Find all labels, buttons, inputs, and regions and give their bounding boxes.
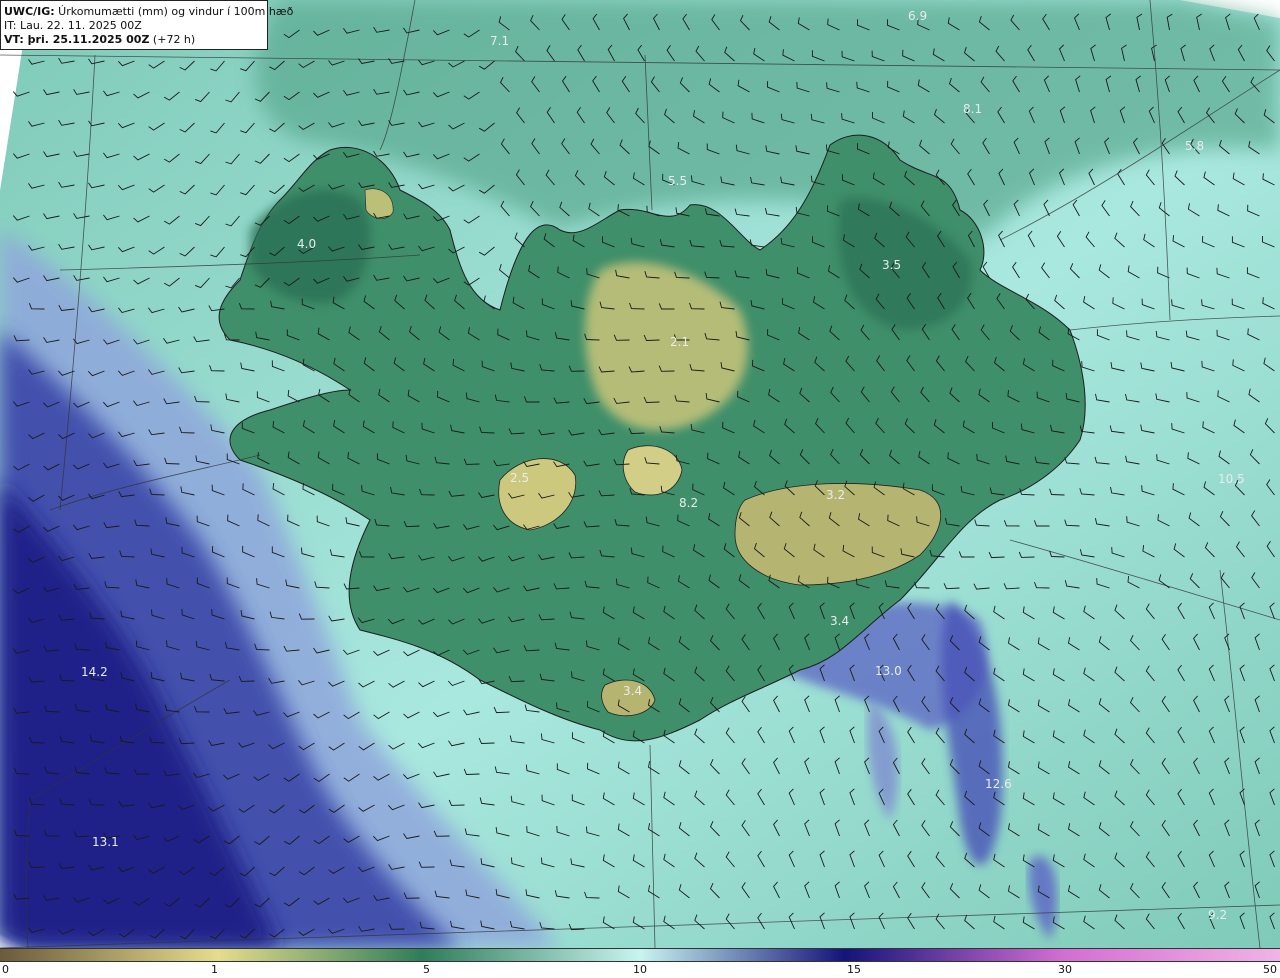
label-13-0: 13.0 [875,664,902,678]
label-10-5: 10.5 [1218,472,1245,486]
label-5-5: 5.5 [668,174,687,188]
header-title-line: UWC/IG: Úrkomumætti (mm) og vindur í 100… [4,5,293,19]
label-3-4-east: 3.4 [830,614,849,628]
label-7-1: 7.1 [490,34,509,48]
colorbar [0,948,1280,962]
map-header: UWC/IG: Úrkomumætti (mm) og vindur í 100… [0,0,293,50]
colorbar-tick-5: 5 [423,963,430,976]
label-8-1: 8.1 [963,102,982,116]
header-valid-line: VT: þri. 25.11.2025 00Z (+72 h) [4,33,267,47]
colorbar-tick-0: 0 [2,963,9,976]
header-title: Úrkomumætti (mm) og vindur í 100m hæð [54,5,294,18]
label-4-0: 4.0 [297,237,316,251]
colorbar-tick-1: 1 [211,963,218,976]
header-init-time: IT: Lau. 22. 11. 2025 00Z [4,19,142,32]
label-12-6: 12.6 [985,777,1012,791]
map-canvas: 6.9 7.1 8.1 5.8 5.5 4.0 3.5 2.1 2.5 8.2 … [0,0,1280,948]
label-3-5: 3.5 [882,258,901,272]
colorbar-labels: 0 1 5 10 15 30 50 [0,962,1280,978]
label-6-9: 6.9 [908,9,927,23]
label-3-2: 3.2 [826,488,845,502]
label-5-8: 5.8 [1185,139,1204,153]
header-model: UWC/IG: [4,5,55,18]
label-3-4-south: 3.4 [623,684,642,698]
colorbar-tick-50: 50 [1263,963,1277,976]
label-14-2: 14.2 [81,665,108,679]
colorbar-tick-30: 30 [1058,963,1072,976]
label-2-5: 2.5 [510,471,529,485]
colorbar-tick-15: 15 [847,963,861,976]
label-2-1: 2.1 [670,335,689,349]
header-valid-time: VT: þri. 25.11.2025 00Z [4,33,150,46]
header-lead-time: (+72 h) [149,33,196,46]
label-13-1: 13.1 [92,835,119,849]
colorbar-tick-10: 10 [633,963,647,976]
label-9-2: 9.2 [1208,908,1227,922]
forecast-map: 6.9 7.1 8.1 5.8 5.5 4.0 3.5 2.1 2.5 8.2 … [0,0,1280,948]
label-8-2: 8.2 [679,496,698,510]
